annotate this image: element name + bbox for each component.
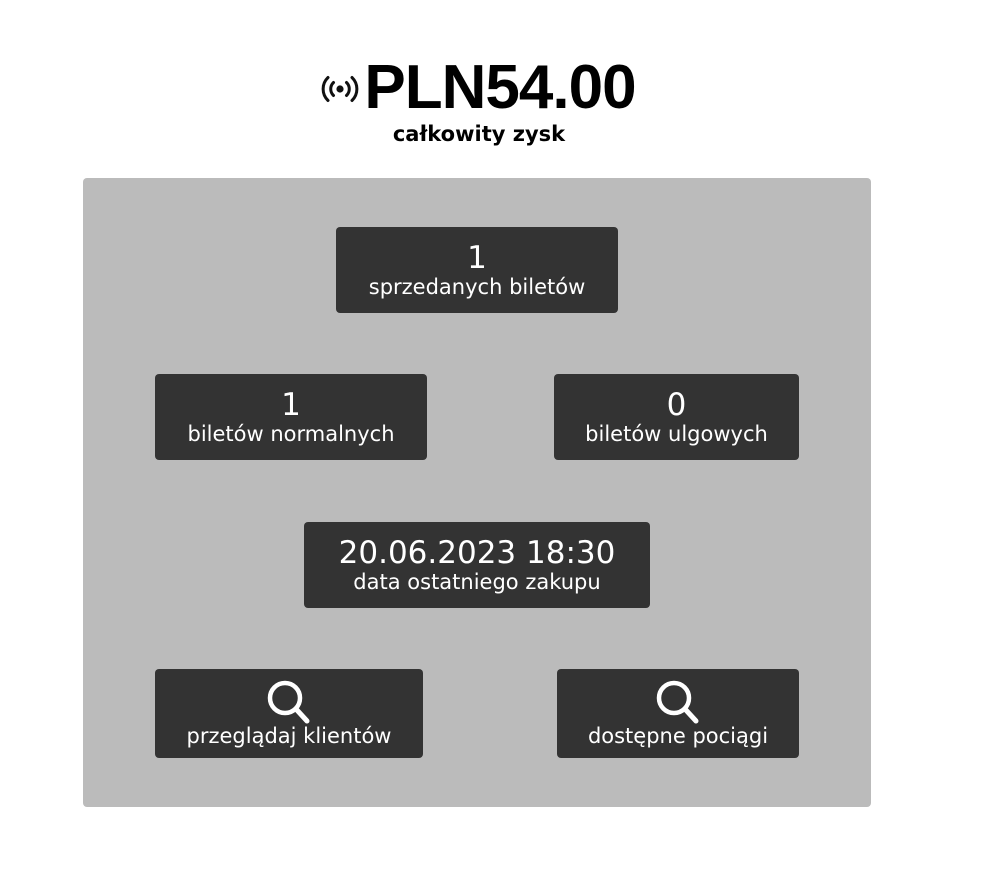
live-signal-icon	[322, 76, 359, 102]
available-trains-label: dostępne pociągi	[587, 724, 769, 748]
reduced-tickets-tile: 0 biletów ulgowych	[554, 374, 799, 460]
profit-header: PLN54.00 całkowity zysk	[0, 52, 956, 146]
normal-tickets-label: biletów normalnych	[187, 422, 395, 446]
profit-row: PLN54.00	[0, 52, 956, 124]
tickets-sold-value: 1	[467, 240, 487, 276]
last-purchase-tile: 20.06.2023 18:30 data ostatniego zakupu	[304, 522, 650, 608]
browse-clients-button[interactable]: przeglądaj klientów	[155, 669, 423, 758]
last-purchase-label: data ostatniego zakupu	[353, 570, 601, 594]
browse-clients-label: przeglądaj klientów	[186, 724, 392, 748]
search-icon	[656, 680, 699, 724]
last-purchase-value: 20.06.2023 18:30	[338, 535, 616, 571]
search-icon	[267, 680, 310, 724]
tickets-sold-label: sprzedanych biletów	[368, 275, 586, 299]
tickets-sold-tile: 1 sprzedanych biletów	[336, 227, 618, 313]
reduced-tickets-value: 0	[666, 387, 687, 423]
stats-panel: 1 sprzedanych biletów 1 biletów normalny…	[83, 178, 871, 807]
total-profit-value: PLN54.00	[364, 53, 636, 122]
total-profit-label: całkowity zysk	[392, 122, 566, 146]
normal-tickets-tile: 1 biletów normalnych	[155, 374, 427, 460]
reduced-tickets-label: biletów ulgowych	[585, 422, 768, 446]
normal-tickets-value: 1	[281, 387, 301, 423]
available-trains-button[interactable]: dostępne pociągi	[557, 669, 799, 758]
